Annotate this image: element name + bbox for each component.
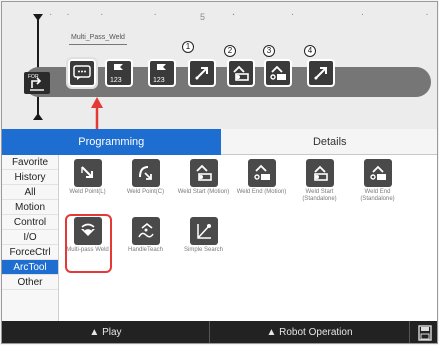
save-button[interactable] <box>410 321 437 343</box>
chat-bubble-icon <box>73 65 91 80</box>
red-highlight-box <box>65 214 112 273</box>
program-timeline[interactable]: · · · · · 5 · · · · · <box>2 2 437 129</box>
simple-search-icon-box <box>189 217 218 245</box>
weld-start-motion-button[interactable]: Weld Start (Motion) <box>176 159 231 196</box>
selected-node-label: Multi_Pass_Weld <box>69 34 127 45</box>
save-icon <box>417 325 432 341</box>
handle-teach-icon-box <box>131 217 160 245</box>
handle-teach-button[interactable]: HandleTeach <box>118 217 173 254</box>
weld-point-c-button[interactable]: Weld Point(C) <box>118 159 173 196</box>
weld-start-standalone-icon-box <box>305 159 334 187</box>
weld-end-standalone-icon-box <box>363 159 392 187</box>
step-number-badge: 2 <box>224 45 236 57</box>
step-number-badge: 4 <box>304 45 316 57</box>
category-control[interactable]: Control <box>2 215 58 230</box>
weld-end-node[interactable] <box>264 59 292 87</box>
torch-end-icon <box>270 65 286 80</box>
flag-icon: 123 <box>110 64 123 84</box>
numeric-node-1[interactable]: 123 <box>105 59 133 87</box>
weld-end-motion-label: Weld End (Motion) <box>236 189 287 195</box>
weld-point-circle-icon <box>138 166 152 180</box>
torch-icon <box>233 65 249 81</box>
simple-search-button[interactable]: Simple Search <box>176 217 231 254</box>
simple-search-label: Simple Search <box>183 247 224 253</box>
weld-end-motion-icon <box>253 164 270 180</box>
category-favorite[interactable]: Favorite <box>2 155 58 170</box>
handle-teach-label: HandleTeach <box>127 247 164 253</box>
category-motion[interactable]: Motion <box>2 200 58 215</box>
flag-icon: 123 <box>153 64 166 84</box>
weld-point-node[interactable] <box>188 59 216 87</box>
category-forcectrl[interactable]: ForceCtrl <box>2 245 58 260</box>
for-loop-node[interactable]: FOR <box>24 72 50 94</box>
simple-search-icon <box>196 224 211 239</box>
tab-details[interactable]: Details <box>220 129 437 155</box>
play-button[interactable]: ▲ Play <box>2 321 210 343</box>
step-number-badge: 1 <box>182 41 194 53</box>
category-io[interactable]: I/O <box>2 230 58 245</box>
arrow-icon <box>195 67 208 80</box>
category-list: Favorite History All Motion Control I/O … <box>2 155 59 321</box>
move-node[interactable] <box>307 59 335 87</box>
weld-end-motion-icon-box <box>247 159 276 187</box>
ruler-dots: · · · · · <box>49 9 236 20</box>
for-label: FOR <box>28 74 39 80</box>
weld-start-standalone-icon <box>313 165 328 181</box>
step-number-badge: 3 <box>263 45 275 57</box>
tab-programming[interactable]: Programming <box>2 129 221 155</box>
category-all[interactable]: All <box>2 185 58 200</box>
multi-pass-weld-node[interactable] <box>66 57 98 89</box>
arrow-icon <box>314 67 327 80</box>
bottom-bar: ▲ Play ▲ Robot Operation <box>2 321 437 343</box>
weld-end-motion-button[interactable]: Weld End (Motion) <box>234 159 289 196</box>
category-history[interactable]: History <box>2 170 58 185</box>
weld-start-motion-label: Weld Start (Motion) <box>177 189 230 195</box>
app-frame: · · · · · 5 · · · · · <box>1 1 438 344</box>
tab-bar: Programming Details <box>2 129 437 155</box>
numeric-node-2[interactable]: 123 <box>148 59 176 87</box>
cursor-bottom-arrow-icon <box>33 113 43 120</box>
ruler-marker: 5 <box>200 12 206 22</box>
weld-point-l-label: Weld Point(L) <box>69 189 106 195</box>
weld-end-standalone-button[interactable]: Weld End (Standalone) <box>350 159 405 203</box>
numeric-node-1-text: 123 <box>110 77 122 84</box>
robot-operation-button[interactable]: ▲ Robot Operation <box>210 321 410 343</box>
weld-start-standalone-button[interactable]: Weld Start (Standalone) <box>292 159 347 203</box>
weld-start-standalone-label: Weld Start (Standalone) <box>302 189 337 202</box>
numeric-node-2-text: 123 <box>153 77 165 84</box>
weld-end-standalone-icon <box>369 165 386 180</box>
handle-teach-icon <box>137 222 154 238</box>
ruler-dots-right: · · · · · <box>232 9 437 20</box>
weld-point-l-button[interactable]: Weld Point(L) <box>60 159 115 196</box>
command-palette: Weld Point(L) Weld Point(C) Weld Start (… <box>60 155 437 321</box>
weld-end-standalone-label: Weld End (Standalone) <box>360 189 395 202</box>
category-other[interactable]: Other <box>2 275 58 290</box>
weld-start-motion-icon-box <box>189 159 218 187</box>
weld-point-line-icon <box>80 166 93 178</box>
weld-point-l-icon-box <box>73 159 102 187</box>
weld-point-c-icon-box <box>131 159 160 187</box>
weld-start-node[interactable] <box>227 59 255 87</box>
category-arctool[interactable]: ArcTool <box>2 260 58 275</box>
weld-point-c-label: Weld Point(C) <box>126 189 165 195</box>
weld-start-motion-icon <box>195 164 212 181</box>
